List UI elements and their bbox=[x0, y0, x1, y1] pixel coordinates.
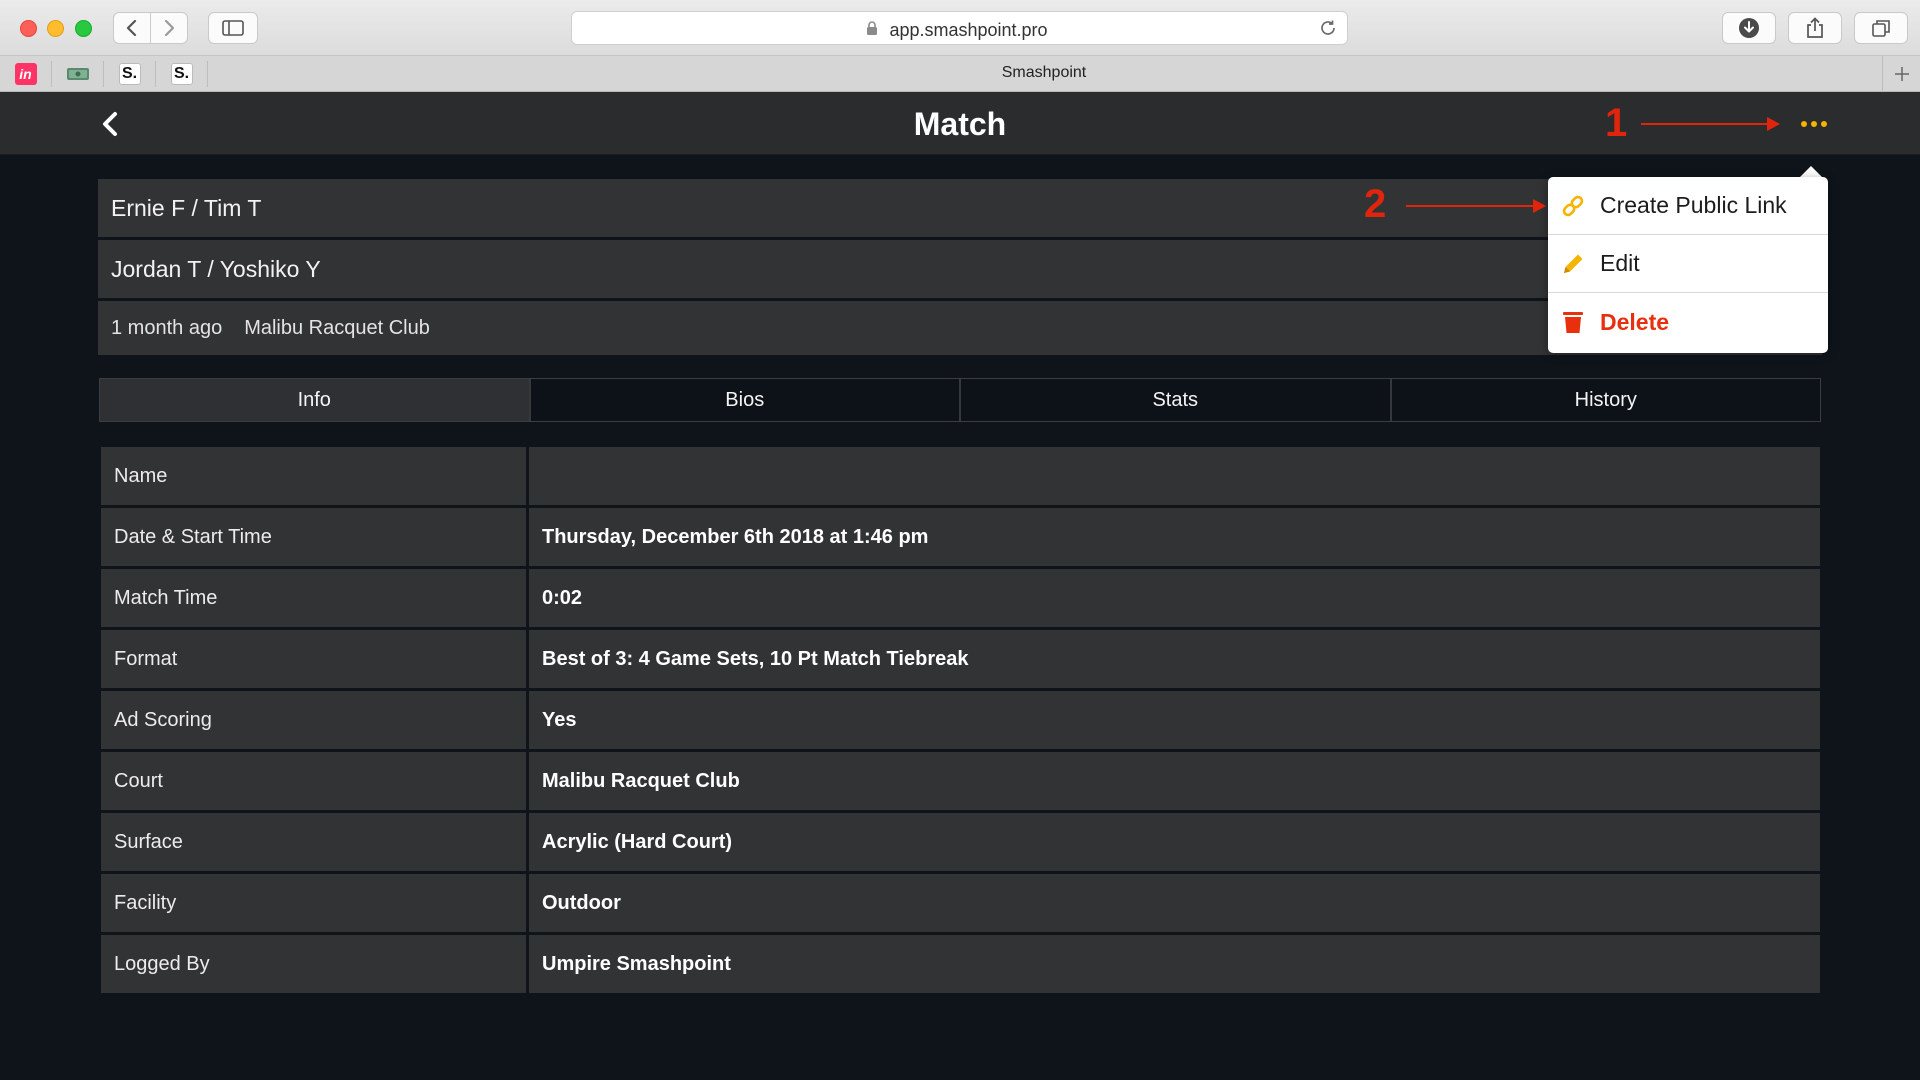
browser-toolbar: app.smashpoint.pro bbox=[0, 0, 1920, 56]
match-relative-time: 1 month ago bbox=[111, 316, 223, 339]
team-2-names: Jordan T / Yoshiko Y bbox=[111, 255, 321, 282]
address-bar[interactable]: app.smashpoint.pro bbox=[571, 11, 1348, 45]
browser-forward-button[interactable] bbox=[150, 12, 188, 44]
info-table: Name Date & Start Time Thursday, Decembe… bbox=[101, 447, 1820, 996]
annotation-arrow-2 bbox=[1406, 199, 1546, 213]
trash-icon bbox=[1558, 307, 1588, 337]
annotation-arrow-1 bbox=[1641, 117, 1780, 131]
more-dot-icon bbox=[1821, 121, 1827, 127]
info-label: Name bbox=[101, 447, 529, 505]
menu-item-delete[interactable]: Delete bbox=[1548, 293, 1828, 351]
smashpoint-favicon: S. bbox=[170, 63, 193, 85]
options-menu: Create Public Link Edit Delete bbox=[1548, 177, 1828, 353]
favorite-invision[interactable]: in bbox=[0, 61, 52, 87]
invision-icon: in bbox=[14, 63, 37, 85]
favorite-smashpoint-1[interactable]: S. bbox=[104, 61, 156, 87]
menu-item-edit[interactable]: Edit bbox=[1548, 235, 1828, 293]
tab-info[interactable]: Info bbox=[100, 379, 531, 421]
info-value: Thursday, December 6th 2018 at 1:46 pm bbox=[529, 508, 1820, 566]
favorite-money[interactable] bbox=[52, 61, 104, 87]
match-venue: Malibu Racquet Club bbox=[244, 316, 430, 339]
annotation-step-1: 1 bbox=[1605, 101, 1628, 145]
sidebar-toggle-button[interactable] bbox=[208, 12, 258, 44]
favorite-smashpoint-2[interactable]: S. bbox=[156, 61, 208, 87]
info-value bbox=[529, 447, 1820, 505]
table-row: Match Time 0:02 bbox=[101, 569, 1820, 630]
close-window-button[interactable] bbox=[20, 20, 37, 37]
share-button[interactable] bbox=[1788, 12, 1842, 44]
chevron-right-icon bbox=[164, 19, 175, 37]
table-row: Format Best of 3: 4 Game Sets, 10 Pt Mat… bbox=[101, 630, 1820, 691]
more-options-button[interactable] bbox=[1794, 114, 1834, 134]
info-label: Format bbox=[101, 630, 529, 688]
table-row: Surface Acrylic (Hard Court) bbox=[101, 813, 1820, 874]
info-label: Logged By bbox=[101, 935, 529, 993]
menu-item-create-public-link[interactable]: Create Public Link bbox=[1548, 177, 1828, 235]
more-dot-icon bbox=[1811, 121, 1817, 127]
info-value: Best of 3: 4 Game Sets, 10 Pt Match Tieb… bbox=[529, 630, 1820, 688]
annotation-step-2: 2 bbox=[1364, 182, 1387, 226]
info-value: Outdoor bbox=[529, 874, 1820, 932]
info-label: Date & Start Time bbox=[101, 508, 529, 566]
minimize-window-button[interactable] bbox=[47, 20, 64, 37]
info-label: Surface bbox=[101, 813, 529, 871]
tabs-icon bbox=[1872, 20, 1890, 37]
tab-stats[interactable]: Stats bbox=[961, 379, 1392, 421]
money-icon bbox=[66, 68, 89, 80]
chevron-left-icon bbox=[126, 19, 137, 37]
browser-back-button[interactable] bbox=[113, 12, 151, 44]
menu-item-label: Create Public Link bbox=[1600, 192, 1787, 218]
table-row: Date & Start Time Thursday, December 6th… bbox=[101, 508, 1820, 569]
new-tab-button[interactable] bbox=[1882, 56, 1920, 92]
table-row: Logged By Umpire Smashpoint bbox=[101, 935, 1820, 996]
info-value: Yes bbox=[529, 691, 1820, 749]
favorites-bar: in S. S. Smashpoint bbox=[0, 56, 1920, 92]
info-label: Match Time bbox=[101, 569, 529, 627]
info-value: 0:02 bbox=[529, 569, 1820, 627]
smashpoint-favicon: S. bbox=[118, 63, 141, 85]
download-icon bbox=[1739, 18, 1759, 38]
tab-bios[interactable]: Bios bbox=[530, 379, 961, 421]
info-value: Malibu Racquet Club bbox=[529, 752, 1820, 810]
address-url: app.smashpoint.pro bbox=[889, 20, 1048, 40]
info-value: Acrylic (Hard Court) bbox=[529, 813, 1820, 871]
app-header: Match bbox=[0, 92, 1920, 155]
table-row: Court Malibu Racquet Club bbox=[101, 752, 1820, 813]
page-title: Match bbox=[913, 106, 1007, 142]
match-tabs: Info Bios Stats History bbox=[99, 378, 1821, 422]
zoom-window-button[interactable] bbox=[75, 20, 92, 37]
sidebar-icon bbox=[222, 20, 244, 36]
browser-tab-title[interactable]: Smashpoint bbox=[210, 64, 1878, 82]
menu-item-label: Delete bbox=[1600, 308, 1670, 335]
downloads-button[interactable] bbox=[1722, 12, 1776, 44]
reload-icon[interactable] bbox=[1319, 19, 1337, 37]
pencil-icon bbox=[1558, 249, 1588, 279]
info-label: Facility bbox=[101, 874, 529, 932]
plus-icon bbox=[1894, 67, 1909, 81]
tab-overview-button[interactable] bbox=[1854, 12, 1908, 44]
tab-history[interactable]: History bbox=[1391, 379, 1820, 421]
menu-item-label: Edit bbox=[1600, 250, 1640, 276]
more-dot-icon bbox=[1801, 121, 1807, 127]
table-row: Facility Outdoor bbox=[101, 874, 1820, 935]
link-icon bbox=[1558, 191, 1588, 221]
info-value: Umpire Smashpoint bbox=[529, 935, 1820, 993]
table-row: Ad Scoring Yes bbox=[101, 691, 1820, 752]
team-1-names: Ernie F / Tim T bbox=[111, 194, 262, 221]
info-label: Court bbox=[101, 752, 529, 810]
table-row: Name bbox=[101, 447, 1820, 508]
info-label: Ad Scoring bbox=[101, 691, 529, 749]
share-icon bbox=[1807, 17, 1823, 38]
